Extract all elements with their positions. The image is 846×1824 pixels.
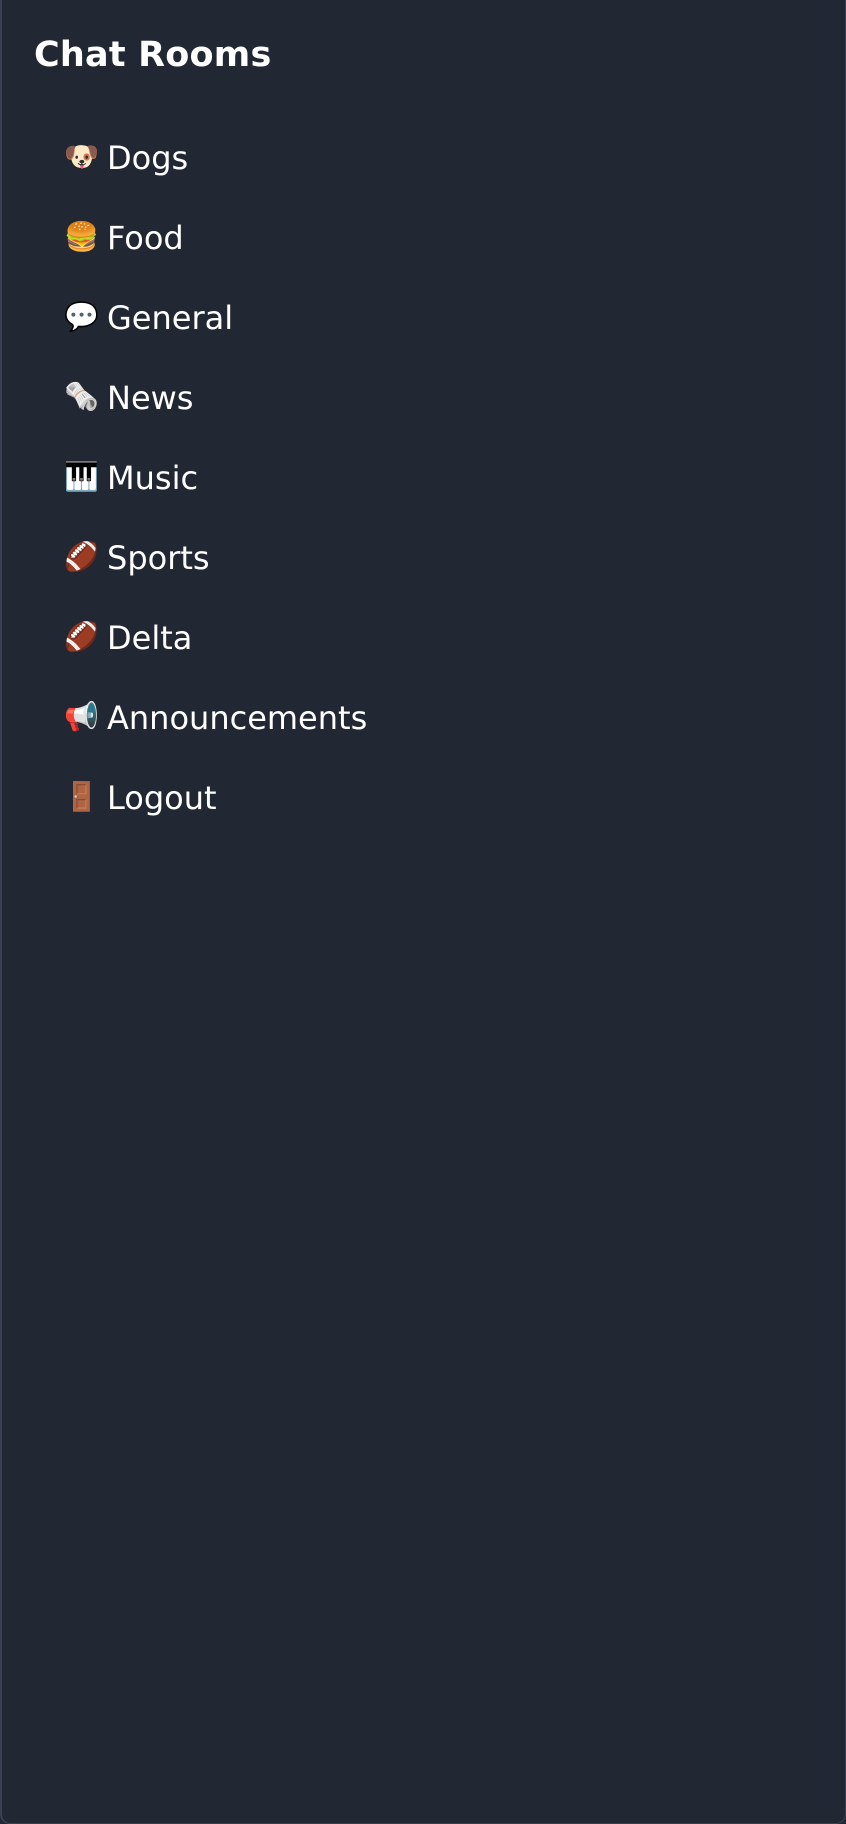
- room-label: Food: [107, 219, 184, 257]
- room-label: Announcements: [107, 699, 368, 737]
- logout-label: Logout: [107, 779, 217, 817]
- room-item-news[interactable]: 🗞️ News: [64, 370, 367, 426]
- megaphone-icon: 📢: [64, 702, 99, 733]
- newspaper-icon: 🗞️: [64, 382, 99, 413]
- room-item-dogs[interactable]: 🐶 Dogs: [64, 130, 367, 186]
- room-label: General: [107, 299, 234, 337]
- room-item-delta[interactable]: 🏈 Delta: [64, 610, 367, 666]
- piano-icon: 🎹: [64, 462, 99, 493]
- room-list: 🐶 Dogs 🍔 Food 💬 General 🗞️ News 🎹 Music …: [64, 130, 367, 850]
- room-label: Delta: [107, 619, 193, 657]
- logout-button[interactable]: 🚪 Logout: [64, 770, 367, 826]
- room-item-sports[interactable]: 🏈 Sports: [64, 530, 367, 586]
- chat-rooms-sidebar: Chat Rooms 🐶 Dogs 🍔 Food 💬 General 🗞️ Ne…: [0, 0, 846, 1824]
- room-label: Sports: [107, 539, 210, 577]
- football-icon: 🏈: [64, 542, 99, 573]
- room-item-music[interactable]: 🎹 Music: [64, 450, 367, 506]
- burger-icon: 🍔: [64, 222, 99, 253]
- room-item-announcements[interactable]: 📢 Announcements: [64, 690, 367, 746]
- room-item-general[interactable]: 💬 General: [64, 290, 367, 346]
- room-label: Music: [107, 459, 199, 497]
- football-icon: 🏈: [64, 622, 99, 653]
- sidebar-title: Chat Rooms: [34, 35, 272, 75]
- door-icon: 🚪: [64, 782, 99, 813]
- room-item-food[interactable]: 🍔 Food: [64, 210, 367, 266]
- room-label: Dogs: [107, 139, 189, 177]
- dog-icon: 🐶: [64, 142, 99, 173]
- speech-bubble-icon: 💬: [64, 302, 99, 333]
- room-label: News: [107, 379, 194, 417]
